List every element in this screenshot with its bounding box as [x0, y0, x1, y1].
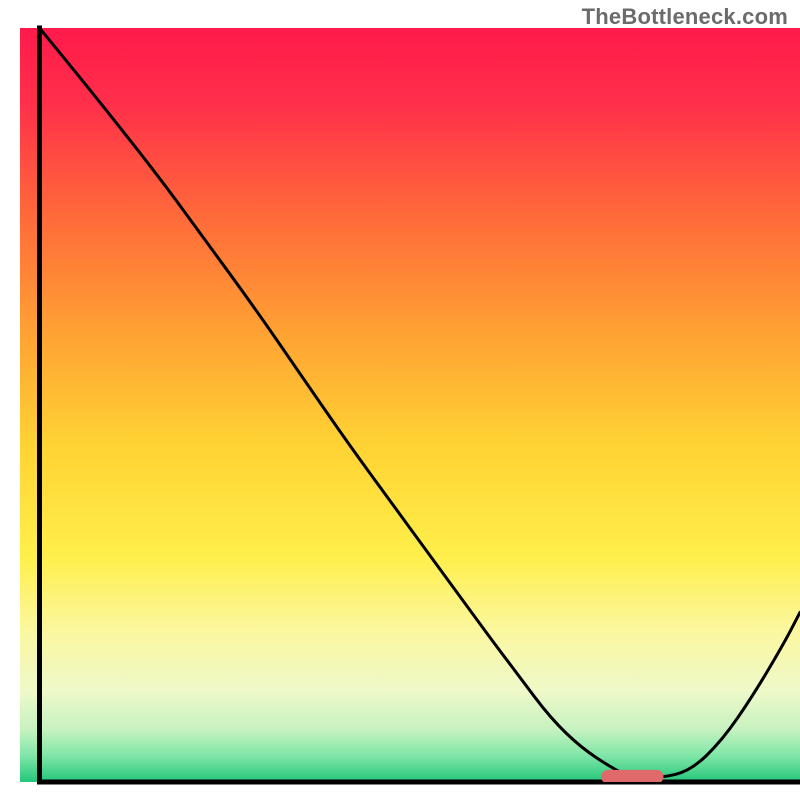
chart-svg — [0, 0, 800, 800]
gradient-background — [20, 28, 800, 782]
chart-container: TheBottleneck.com — [0, 0, 800, 800]
optimal-marker — [601, 770, 663, 784]
